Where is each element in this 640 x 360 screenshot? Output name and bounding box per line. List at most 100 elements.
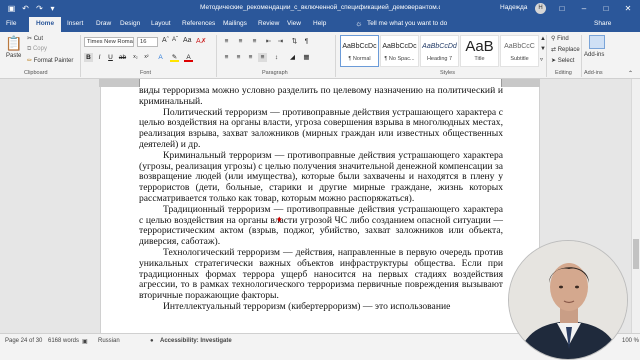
replace-button[interactable]: ⇄ Replace (551, 46, 580, 53)
paragraph[interactable]: виды терроризма можно условно разделить … (139, 85, 503, 108)
multilevel-list-icon[interactable]: ≡ (250, 37, 259, 46)
paste-icon[interactable]: 📋 (5, 35, 23, 51)
style-normal[interactable]: AaBbCcDc ¶ Normal (340, 35, 379, 67)
borders-icon[interactable]: ▦ (302, 53, 311, 62)
document-body[interactable]: виды терроризма можно условно разделить … (139, 85, 503, 313)
divider (546, 35, 547, 77)
superscript-button[interactable]: x² (142, 53, 151, 62)
subscript-button[interactable]: x₂ (131, 53, 140, 62)
tab-layout[interactable]: Layout (151, 20, 171, 27)
clear-formatting-icon[interactable]: A✗ (196, 37, 207, 45)
divider (335, 35, 336, 77)
align-center-icon[interactable]: ≡ (234, 53, 243, 62)
justify-icon[interactable]: ≡ (258, 53, 267, 62)
undo-icon[interactable]: ↶ (20, 3, 31, 14)
copy-button[interactable]: ⧉ Copy (27, 46, 47, 53)
paragraph[interactable]: Криминальный терроризм — противоправные … (139, 150, 503, 205)
text-effects-icon[interactable]: A (156, 53, 165, 62)
paragraph[interactable]: Традиционный терроризм — противоправные … (139, 204, 503, 248)
bullets-icon[interactable]: ≡ (222, 37, 231, 46)
proofing-icon[interactable]: ▣ (82, 338, 88, 345)
chevron-down-icon[interactable]: ▾ (47, 3, 58, 14)
find-button[interactable]: ⚲ Find (551, 35, 569, 42)
paste-button[interactable]: Paste (6, 53, 21, 59)
highlight-icon[interactable]: ✎ (170, 53, 179, 62)
ruler-margin-right (502, 79, 540, 87)
clipboard-group-label: Clipboard (24, 70, 48, 76)
cut-button[interactable]: ✂ Cut (27, 35, 43, 42)
tab-insert[interactable]: Insert (67, 20, 83, 27)
styles-group-label: Styles (440, 70, 455, 76)
style-title[interactable]: AaB Title (460, 35, 499, 67)
tell-me-search[interactable]: Tell me what you want to do (367, 20, 447, 27)
tab-help[interactable]: Help (313, 20, 326, 27)
divider (216, 35, 217, 77)
language-indicator[interactable]: Russian (98, 338, 120, 344)
add-ins-button[interactable]: Add-ins (584, 52, 604, 58)
ribbon-tabs: File Home Insert Draw Design Layout Refe… (0, 17, 640, 32)
document-page[interactable]: виды терроризма можно условно разделить … (100, 79, 540, 333)
bold-button[interactable]: B (84, 53, 93, 62)
accessibility-icon[interactable]: ● (150, 338, 154, 344)
style-no-spacing[interactable]: AaBbCcDc ¶ No Spac... (380, 35, 419, 67)
accessibility-status[interactable]: Accessibility: Investigate (160, 338, 232, 344)
font-group-label: Font (140, 70, 152, 76)
user-name[interactable]: Надежда (500, 4, 527, 11)
change-case-icon[interactable]: Aa (183, 37, 192, 44)
minimize-icon[interactable]: – (573, 0, 595, 17)
align-left-icon[interactable]: ≡ (222, 53, 231, 62)
add-ins-icon[interactable] (589, 35, 605, 49)
font-name-select[interactable]: Times New Roma (84, 37, 134, 47)
save-icon[interactable]: ▣ (6, 3, 17, 14)
tab-view[interactable]: View (287, 20, 301, 27)
ruler-text-area (139, 79, 502, 87)
collapse-ribbon-icon[interactable]: ⌃ (628, 70, 633, 77)
redo-icon[interactable]: ↷ (34, 3, 45, 14)
close-icon[interactable]: ✕ (617, 0, 639, 17)
paragraph[interactable]: Технологический терроризм — действия, на… (139, 247, 503, 302)
decrease-indent-icon[interactable]: ⇤ (264, 37, 273, 46)
tab-file[interactable]: File (6, 20, 16, 27)
tab-review[interactable]: Review (258, 20, 279, 27)
tab-design[interactable]: Design (120, 20, 140, 27)
divider (80, 35, 81, 77)
tab-draw[interactable]: Draw (96, 20, 111, 27)
styles-more-icon[interactable]: ▿ (540, 56, 543, 63)
underline-button[interactable]: U (106, 53, 115, 62)
document-title: Методические_рекомендации_с_включенной_с… (200, 4, 440, 11)
italic-button[interactable]: I (95, 53, 104, 62)
tab-home[interactable]: Home (29, 17, 62, 32)
increase-indent-icon[interactable]: ⇥ (276, 37, 285, 46)
ribbon-home: 📋 Paste ✂ Cut ⧉ Copy ✏ Format Painter Cl… (0, 32, 640, 79)
numbering-icon[interactable]: ≡ (236, 37, 245, 46)
style-heading-7[interactable]: AaBbCcDd Heading 7 (420, 35, 459, 67)
tab-mailings[interactable]: Mailings (223, 20, 247, 27)
paragraph[interactable]: Политический терроризм — противоправные … (139, 107, 503, 151)
ruler[interactable] (99, 79, 540, 87)
avatar[interactable]: Н (535, 3, 546, 14)
word-count[interactable]: 6168 words (48, 338, 79, 344)
font-size-select[interactable]: 16 (137, 37, 158, 47)
share-button[interactable]: Share (594, 20, 611, 27)
line-spacing-icon[interactable]: ↕ (272, 53, 281, 62)
grow-font-icon[interactable]: Aˆ (162, 37, 169, 44)
align-right-icon[interactable]: ≡ (246, 53, 255, 62)
strikethrough-button[interactable]: ab (118, 53, 127, 62)
shrink-font-icon[interactable]: Aˇ (172, 37, 178, 43)
select-button[interactable]: ➤ Select (551, 57, 574, 64)
word-window: ▣ ↶ ↷ ▾ Методические_рекомендации_с_вклю… (0, 0, 640, 360)
scrollbar-thumb[interactable] (633, 239, 639, 269)
maximize-icon[interactable]: □ (595, 0, 617, 17)
format-painter-button[interactable]: ✏ Format Painter (27, 57, 73, 64)
vertical-scrollbar[interactable] (631, 79, 640, 333)
tab-references[interactable]: References (182, 20, 215, 27)
zoom-level[interactable]: 100 % (622, 338, 639, 344)
page-indicator[interactable]: Page 24 of 30 (5, 338, 42, 344)
paragraph[interactable]: Интеллектуальный терроризм (кибертеррори… (139, 301, 503, 313)
show-marks-icon[interactable]: ¶ (302, 37, 311, 46)
shading-icon[interactable]: ◢ (288, 53, 297, 62)
font-color-icon[interactable]: A (184, 53, 193, 62)
style-subtitle[interactable]: AaBbCcC Subtitle (500, 35, 539, 67)
sort-icon[interactable]: ⇅ (290, 37, 299, 46)
ribbon-display-icon[interactable]: □ (551, 0, 573, 17)
